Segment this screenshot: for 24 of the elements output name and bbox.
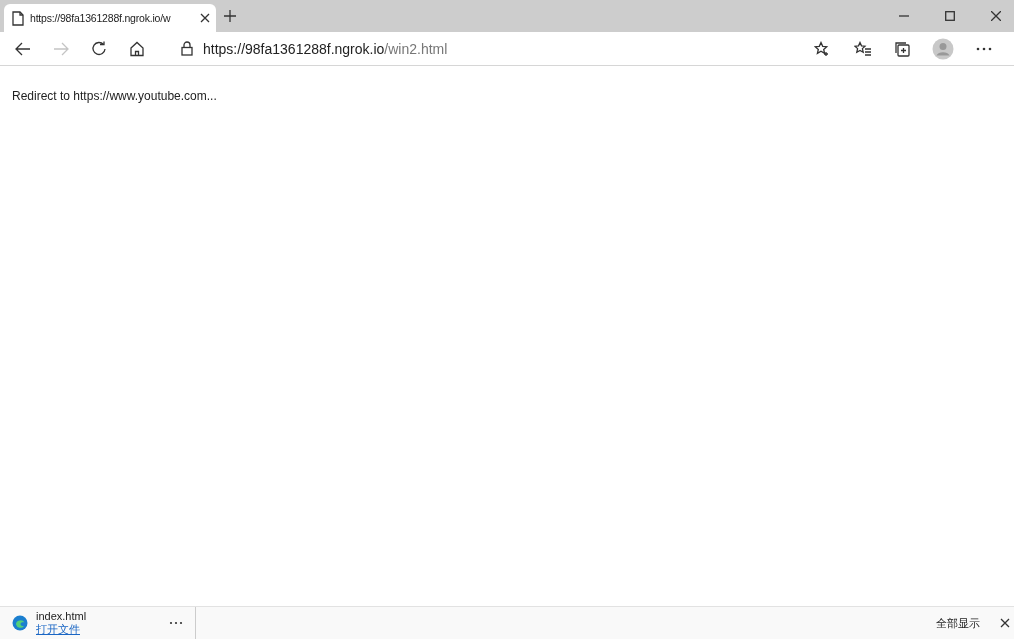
home-icon[interactable] xyxy=(129,40,145,57)
lock-icon xyxy=(181,41,193,56)
show-all-button[interactable]: 全部显示 xyxy=(930,612,986,634)
back-arrow-icon[interactable] xyxy=(15,41,31,56)
page-text: Redirect to https://www.youtube.com... xyxy=(12,89,218,103)
favorites-list-icon[interactable] xyxy=(854,40,872,57)
more-options-icon[interactable] xyxy=(169,621,183,625)
maximize-icon[interactable] xyxy=(945,11,955,21)
profile-avatar-icon[interactable] xyxy=(932,37,954,60)
tab-title: https://98fa1361288f.ngrok.io/w xyxy=(30,12,172,24)
file-name: index.html xyxy=(36,609,88,622)
url-text: https://98fa1361288f.ngrok.io/win2.html xyxy=(203,40,449,57)
page-icon xyxy=(12,10,24,26)
collections-icon[interactable] xyxy=(894,40,910,57)
new-tab-icon[interactable] xyxy=(223,9,237,23)
open-file-link[interactable]: 打开文件 xyxy=(36,621,161,637)
browser-logo-icon xyxy=(12,615,28,631)
refresh-icon[interactable] xyxy=(91,40,107,57)
browser-tab[interactable]: https://98fa1361288f.ngrok.io/w xyxy=(4,4,216,32)
more-options-icon[interactable] xyxy=(976,46,992,51)
close-icon[interactable] xyxy=(1000,618,1010,628)
close-icon[interactable] xyxy=(991,11,1001,21)
star-plus-icon[interactable] xyxy=(814,40,830,57)
close-icon[interactable] xyxy=(200,13,210,23)
